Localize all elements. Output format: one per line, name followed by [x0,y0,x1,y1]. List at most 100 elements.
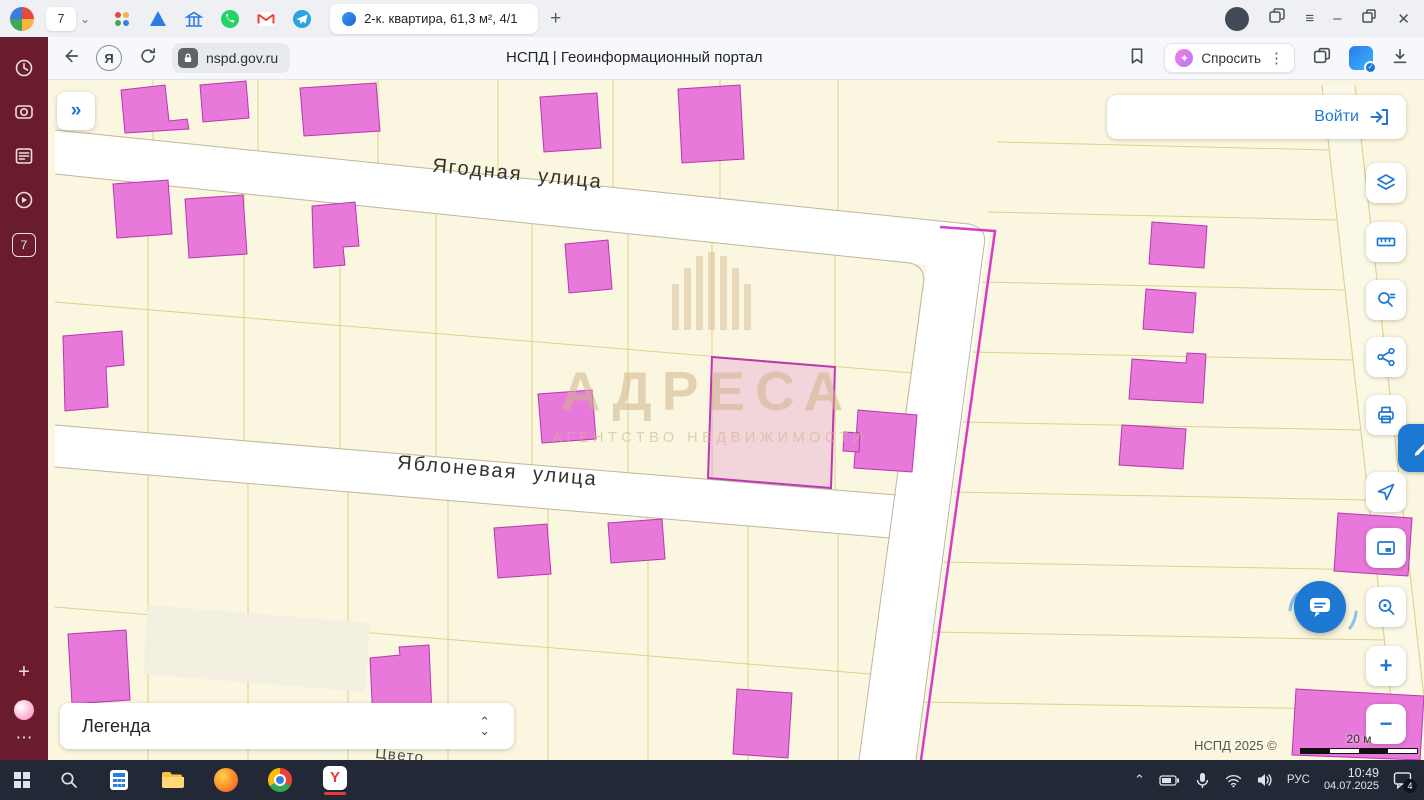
taskbar-firefox[interactable] [214,768,238,792]
map-canvas[interactable]: АДРЕСА АГЕНТСТВО НЕДВИЖИМОСТИ Ягодная ул… [48,80,1424,760]
volume-icon[interactable] [1256,772,1273,788]
watermark-title: АДРЕСА [561,360,853,422]
login-label: Войти [1314,108,1359,126]
profile-avatar[interactable] [1225,7,1249,31]
taskbar-yandex-browser-active[interactable]: Y [322,764,348,796]
update-check-badge: ✓ [1364,61,1377,74]
draw-button[interactable] [1398,424,1424,472]
sparkle-icon: ✦ [1175,49,1193,67]
refresh-button[interactable] [138,46,158,71]
shared-tabs-icon[interactable] [1312,46,1332,71]
sidebar-add-icon[interactable]: + [18,661,30,684]
window-restore-button[interactable] [1360,7,1378,30]
taskbar-clock[interactable]: 10:49 04.07.2025 [1324,767,1379,793]
toolbar-actions: ✦ Спросить ⋮ ✓ [1127,43,1410,73]
page-title: НСПД | Геоинформационный портал [506,49,762,66]
news-icon[interactable] [13,145,35,167]
taskbar-time: 10:49 [1324,767,1379,780]
active-tab-favicon [342,12,356,26]
mini-map-button[interactable] [1366,528,1406,568]
scale-bar: 20 м [1300,732,1418,754]
taskbar-file-explorer[interactable] [160,768,184,792]
pinned-tab-gmail-icon[interactable] [256,9,276,29]
history-icon[interactable] [13,57,35,79]
taskbar-chrome[interactable] [268,768,292,792]
new-tab-button[interactable]: + [550,8,561,30]
notification-center-button[interactable]: 4 [1393,771,1412,789]
wifi-icon[interactable] [1225,773,1242,788]
pinned-tab-bank-icon[interactable] [184,9,204,29]
tray-expand-icon[interactable]: ⌃ [1134,772,1145,788]
address-bar[interactable]: nspd.gov.ru [172,43,290,73]
back-button[interactable] [60,46,80,71]
pinned-tabs [112,9,312,29]
browser-toolbar: Я nspd.gov.ru НСПД | Геоинформационный п… [48,37,1424,80]
legend-panel[interactable]: Легенда ⌃ ⌄ [60,703,514,749]
active-tab-title: 2-к. квартира, 61,3 м², 4/1 [364,11,517,26]
scale-bar-segments [1300,748,1418,754]
tab-counter[interactable]: 7 [46,7,76,31]
sidebar-pink-app-icon[interactable] [14,700,34,720]
start-button[interactable] [14,772,30,788]
legend-collapse-control[interactable]: ⌃ ⌄ [479,717,490,735]
microphone-icon[interactable] [1194,772,1211,789]
window-minimize-button[interactable]: – [1333,10,1341,27]
chevron-down-icon: ⌄ [479,726,490,735]
yandex-browser-icon: Y [323,766,347,790]
zoom-in-icon: + [1380,653,1393,679]
pinned-tab-dots-icon[interactable] [112,9,132,29]
browser-menu-icon[interactable]: ≡ [1305,10,1314,27]
pinned-tab-arrow-icon[interactable] [148,9,168,29]
zoom-in-button[interactable]: + [1366,646,1406,686]
taskbar-search-button[interactable] [60,771,78,789]
window-close-button[interactable]: ✕ [1397,10,1410,28]
url-text: nspd.gov.ru [206,50,278,66]
expand-panel-button[interactable]: » [57,92,95,130]
windows-taskbar: Y ⌃ РУС 10:49 04.07.2025 4 [0,760,1424,800]
share-button[interactable] [1366,337,1406,377]
browser-update-icon[interactable]: ✓ [1349,46,1373,70]
taskbar-date: 04.07.2025 [1324,780,1379,793]
login-icon [1368,106,1390,128]
ask-ai-button[interactable]: ✦ Спросить ⋮ [1164,43,1295,73]
bookmark-icon[interactable] [1127,46,1147,71]
legend-label: Легенда [82,716,150,737]
active-tab[interactable]: 2-к. квартира, 61,3 м², 4/1 [330,4,538,34]
login-panel[interactable]: Войти [1107,95,1406,139]
tab-list-chevron-icon[interactable]: ⌄ [80,12,90,26]
pinned-tab-telegram-icon[interactable] [292,9,312,29]
screenshot-icon[interactable] [13,101,35,123]
map-viewport: АДРЕСА АГЕНТСТВО НЕДВИЖИМОСТИ Ягодная ул… [48,80,1424,760]
map-attribution: НСПД 2025 © [1194,738,1277,753]
search-objects-button[interactable] [1366,280,1406,320]
measure-button[interactable] [1366,222,1406,262]
yandex-search-icon[interactable]: Я [96,45,122,71]
ask-menu-icon[interactable]: ⋮ [1269,49,1284,67]
browser-tab-bar: 7 ⌄ 2-к. квартира, 61,3 м², 4/1 + ≡ – ✕ [0,0,1424,37]
sidebar-counter-icon[interactable]: 7 [12,233,36,257]
copy-tabs-icon[interactable] [1268,7,1286,30]
system-tray: ⌃ РУС 10:49 04.07.2025 4 [1134,767,1412,793]
scale-label: 20 м [1300,732,1418,746]
pinned-tab-whatsapp-icon[interactable] [220,9,240,29]
active-app-indicator [324,792,346,795]
lock-icon[interactable] [178,48,198,68]
chat-bubble-icon [1307,594,1333,620]
taskbar-app-calculator[interactable] [108,769,130,791]
search-area-button[interactable] [1366,587,1406,627]
downloads-button[interactable] [1390,46,1410,71]
pencil-icon [1411,437,1424,459]
video-icon[interactable] [13,189,35,211]
window-controls: ≡ – ✕ [1225,7,1410,31]
watermark-subtitle: АГЕНТСТВО НЕДВИЖИМОСТИ [552,430,867,446]
chat-support-button[interactable] [1294,581,1346,633]
battery-icon[interactable] [1159,773,1180,788]
sidebar-more-icon[interactable]: ⋯ [16,728,33,748]
ask-ai-label: Спросить [1201,51,1261,66]
browser-logo-icon[interactable] [10,7,34,31]
layers-button[interactable] [1366,163,1406,203]
browser-sidebar: 7 + ⋯ [0,37,48,760]
my-location-button[interactable] [1366,472,1406,512]
screen: 7 ⌄ 2-к. квартира, 61,3 м², 4/1 + ≡ – ✕ … [0,0,1424,800]
language-indicator[interactable]: РУС [1287,774,1310,786]
